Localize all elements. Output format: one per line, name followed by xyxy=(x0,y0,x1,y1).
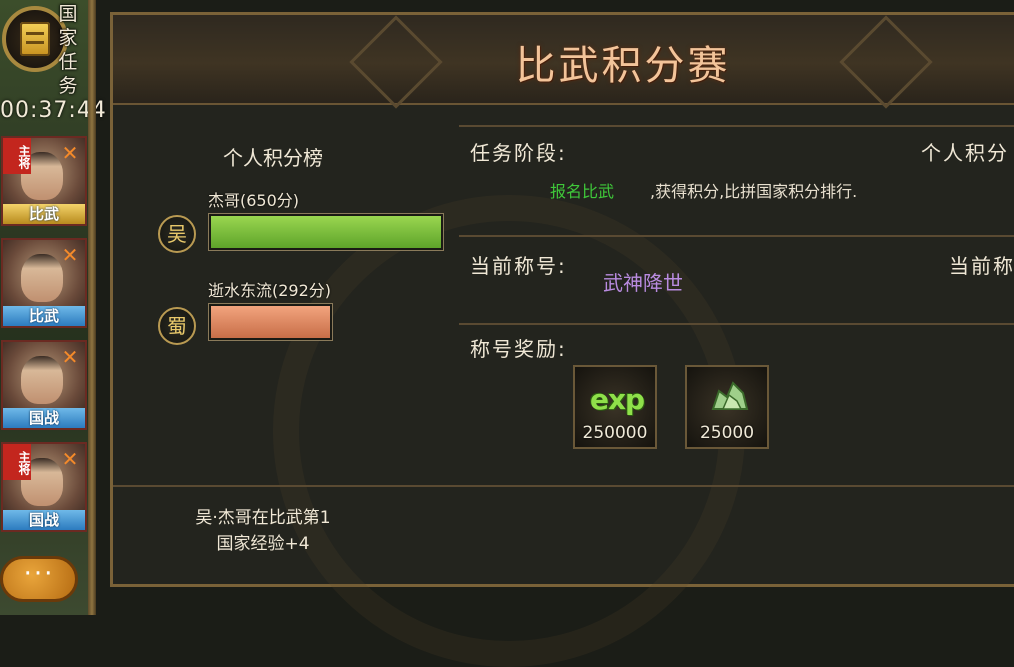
section-divider xyxy=(459,125,1014,127)
task-stage-label: 任务阶段: xyxy=(470,141,567,165)
faction-wu-badge: 吴 xyxy=(158,215,196,253)
exp-icon: exp xyxy=(589,383,645,416)
crossed-swords-icon: ✕ xyxy=(61,345,79,369)
faction-shu-badge: 蜀 xyxy=(158,307,196,345)
reward-ore-item[interactable]: 25000 xyxy=(685,365,769,449)
panel-title: 比武积分赛 xyxy=(515,43,731,89)
hero-card-4[interactable]: 主将 ✕ 国战 xyxy=(1,442,87,532)
leader-badge: 主将 xyxy=(3,138,31,174)
country-quest-label: 国家任务 xyxy=(58,3,78,97)
leaderboard-entry-1-bar xyxy=(209,214,443,250)
scroll-icon xyxy=(20,22,50,56)
hero-card-3[interactable]: ✕ 国战 xyxy=(1,340,87,430)
current-title-value: 武神降世 xyxy=(603,271,683,295)
task-description: ,获得积分,比拼国家积分排行. xyxy=(650,182,858,201)
title-ornament-left xyxy=(349,15,443,109)
reward-ore-amount: 25000 xyxy=(699,423,755,443)
leaderboard-note-line1: 吴·杰哥在比武第1 xyxy=(195,508,331,528)
hero-status-label: 国战 xyxy=(3,408,85,428)
section-divider xyxy=(459,323,1014,325)
panel-bottom-divider xyxy=(113,485,1014,487)
panel-title-bar: 比武积分赛 xyxy=(113,15,1014,109)
crossed-swords-icon: ✕ xyxy=(61,243,79,267)
current-title-right-label: 当前称 xyxy=(949,254,1014,278)
current-title-label: 当前称号: xyxy=(470,254,567,278)
hero-status-label: 国战 xyxy=(3,510,85,530)
left-sidebar: 国家任务 00:37:44 主将 ✕ 比武 ✕ 比武 ✕ 国战 主将 ✕ 国战 … xyxy=(0,0,106,615)
crossed-swords-icon: ✕ xyxy=(61,447,79,471)
task-stage-right-label: 个人积分 xyxy=(921,141,1009,165)
quest-timer: 00:37:44 xyxy=(0,98,107,123)
arena-points-panel: 比武积分赛 个人积分榜 杰哥(650分) 吴 逝水东流(292分) 蜀 吴·杰哥… xyxy=(110,12,1014,667)
reward-exp-item[interactable]: exp 250000 xyxy=(573,365,657,449)
leader-badge: 主将 xyxy=(3,444,31,480)
hero-card-2[interactable]: ✕ 比武 xyxy=(1,238,87,328)
leaderboard-entry-1-name: 杰哥(650分) xyxy=(208,191,300,210)
hero-portrait xyxy=(21,254,63,302)
hero-card-1[interactable]: 主将 ✕ 比武 xyxy=(1,136,87,226)
section-divider xyxy=(459,235,1014,237)
hero-status-label: 比武 xyxy=(3,306,85,326)
leaderboard-entry-2-name: 逝水东流(292分) xyxy=(208,281,332,300)
title-reward-label: 称号奖励: xyxy=(470,337,567,361)
leaderboard-note: 吴·杰哥在比武第1 国家经验+4 xyxy=(173,505,353,557)
crossed-swords-icon: ✕ xyxy=(61,141,79,165)
reward-exp-amount: 250000 xyxy=(582,423,648,443)
leaderboard-entry-2-bar xyxy=(209,304,332,340)
leaderboard-note-line2: 国家经验+4 xyxy=(216,534,310,554)
signup-arena-link[interactable]: 报名比武 xyxy=(550,178,614,202)
leaderboard-title: 个人积分榜 xyxy=(223,146,323,170)
hero-portrait xyxy=(21,356,63,404)
chat-button[interactable]: ··· xyxy=(0,556,78,602)
hero-status-label: 比武 xyxy=(3,204,85,224)
ore-icon xyxy=(711,381,749,410)
title-ornament-right xyxy=(839,15,933,109)
